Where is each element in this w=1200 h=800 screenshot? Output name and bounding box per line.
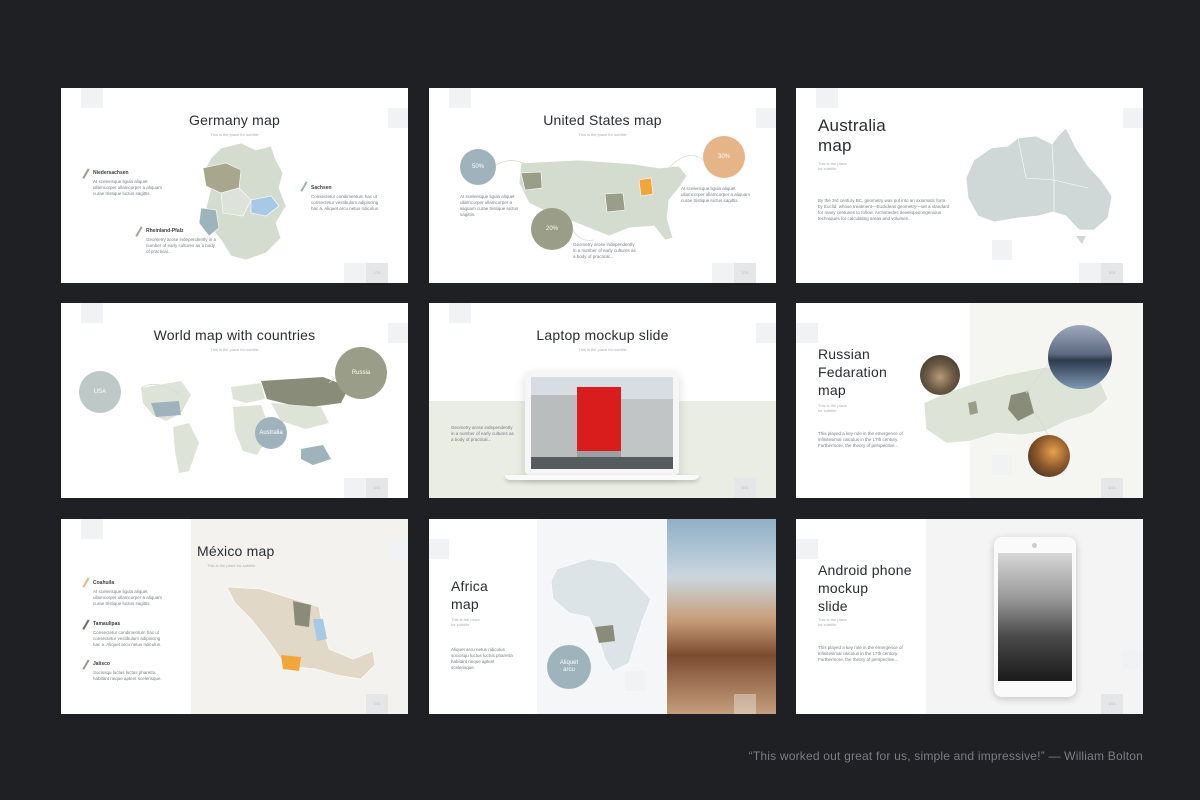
page-number: 5/24	[734, 478, 756, 498]
slide-subtitle: This is the place for subtitle	[818, 617, 847, 627]
page-number: 8/24	[734, 694, 756, 714]
country-circle-usa: USA	[79, 371, 121, 413]
slide-us-map[interactable]: 2/24 United States map This is the place…	[429, 88, 776, 283]
body-text: At scelerisque ligula aliquet ullamcorpe…	[681, 186, 751, 203]
slide-subtitle: This is the place for subtitle	[578, 347, 627, 352]
decor-square	[796, 539, 818, 559]
testimonial-quote: “This worked out great for us, simple an…	[748, 749, 1143, 763]
decor-square	[1122, 649, 1142, 669]
australia-map	[965, 127, 1113, 244]
slide-australia-map[interactable]: 3/24 Australia map This is the place for s…	[796, 88, 1143, 283]
slide-world-map[interactable]: 4/24 World map with countries This is th…	[61, 303, 408, 498]
phone-mockup	[994, 537, 1076, 697]
africa-label-circle: Aliquet arcu	[547, 645, 591, 689]
body-text: Geometry arose independently in a number…	[573, 242, 636, 259]
stat-circle: 50%	[460, 149, 496, 185]
item-label: Sachsen	[311, 185, 332, 191]
photo-circle-wolf	[920, 355, 960, 395]
slide-laptop-mockup[interactable]: 5/24 Laptop mockup slide This is the pla…	[429, 303, 776, 498]
laptop-mockup	[525, 371, 679, 475]
photo-circle-lake	[1048, 325, 1112, 389]
body-text: This played a key role in the emergence …	[818, 645, 903, 662]
slide-germany-map[interactable]: 1/24 Germany map This is the place for s…	[61, 88, 408, 283]
mexico-map	[226, 586, 376, 680]
country-circle-russia: Russia	[335, 347, 387, 399]
phone-camera	[1032, 543, 1037, 548]
stat-circle: 20%	[531, 208, 573, 250]
item-label: Rheinland-Pfalz	[146, 228, 184, 234]
slide-africa-map[interactable]: Africa map This is the place for subtitle …	[429, 519, 776, 714]
slide-russia-map[interactable]: 6/24 Russian Fedaration map This is the pl…	[796, 303, 1143, 498]
stat-circle: 30%	[703, 136, 745, 178]
country-circle-australia: Australia	[255, 417, 287, 449]
page-number: 9/24	[1101, 694, 1123, 714]
photo-circle-sunset	[1028, 435, 1070, 477]
body-text: At scelerisque ligula aliquet ullamcorpe…	[460, 194, 519, 217]
item-text: Geometry arose independently in a number…	[146, 237, 217, 254]
slide-title: Android phone mockup slide	[818, 562, 912, 614]
decor-square	[449, 303, 471, 323]
phone-screen	[998, 553, 1072, 681]
slide-title: Laptop mockup slide	[536, 327, 669, 343]
item-text: At scelerisque ligula aliquet ullamcorpe…	[93, 179, 163, 196]
item-text: Consectetur condimentum hac ut consectet…	[311, 194, 380, 211]
desert-photo	[667, 519, 776, 714]
item-label: Niedersachsen	[93, 170, 129, 176]
slide-mexico-map[interactable]: 7/24 México map This is the place for su…	[61, 519, 408, 714]
laptop-screen	[531, 377, 673, 469]
slide-android-mockup[interactable]: 9/24 Android phone mockup slide This is th…	[796, 519, 1143, 714]
laptop-base	[505, 475, 699, 480]
body-text: Geometry arose independently in a number…	[451, 425, 514, 442]
